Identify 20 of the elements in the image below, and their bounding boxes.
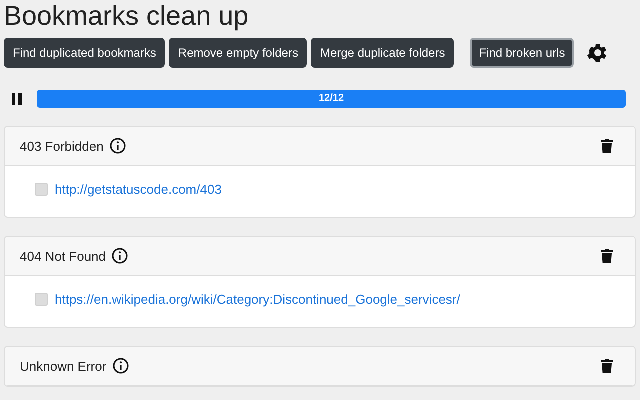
pause-icon[interactable] — [12, 93, 22, 105]
card-title: 404 Not Found — [20, 248, 106, 264]
delete-icon[interactable] — [601, 139, 613, 153]
url-link[interactable]: https://en.wikipedia.org/wiki/Category:Discontinued_Google_servicesr/ — [55, 292, 460, 307]
toolbar-button[interactable]: Merge duplicate folders — [311, 38, 454, 68]
toolbar-button[interactable]: Find duplicated bookmarks — [4, 38, 166, 68]
page-title: Bookmarks clean up — [4, 0, 250, 32]
delete-icon[interactable] — [601, 249, 613, 263]
card-title: 403 Forbidden — [20, 138, 104, 154]
info-icon[interactable] — [112, 248, 128, 264]
card-title: Unknown Error — [20, 358, 107, 374]
info-icon[interactable] — [112, 358, 129, 374]
delete-icon[interactable] — [601, 359, 613, 373]
checkbox[interactable] — [35, 183, 48, 196]
progress-reading: 12/12 — [318, 92, 344, 106]
toolbar-button[interactable]: Remove empty folders — [169, 38, 308, 68]
info-icon[interactable] — [110, 138, 126, 154]
checkbox[interactable] — [35, 293, 48, 306]
toolbar-button[interactable]: Find broken urls — [470, 38, 574, 68]
url-link[interactable]: http://getstatuscode.com/403 — [55, 182, 222, 197]
